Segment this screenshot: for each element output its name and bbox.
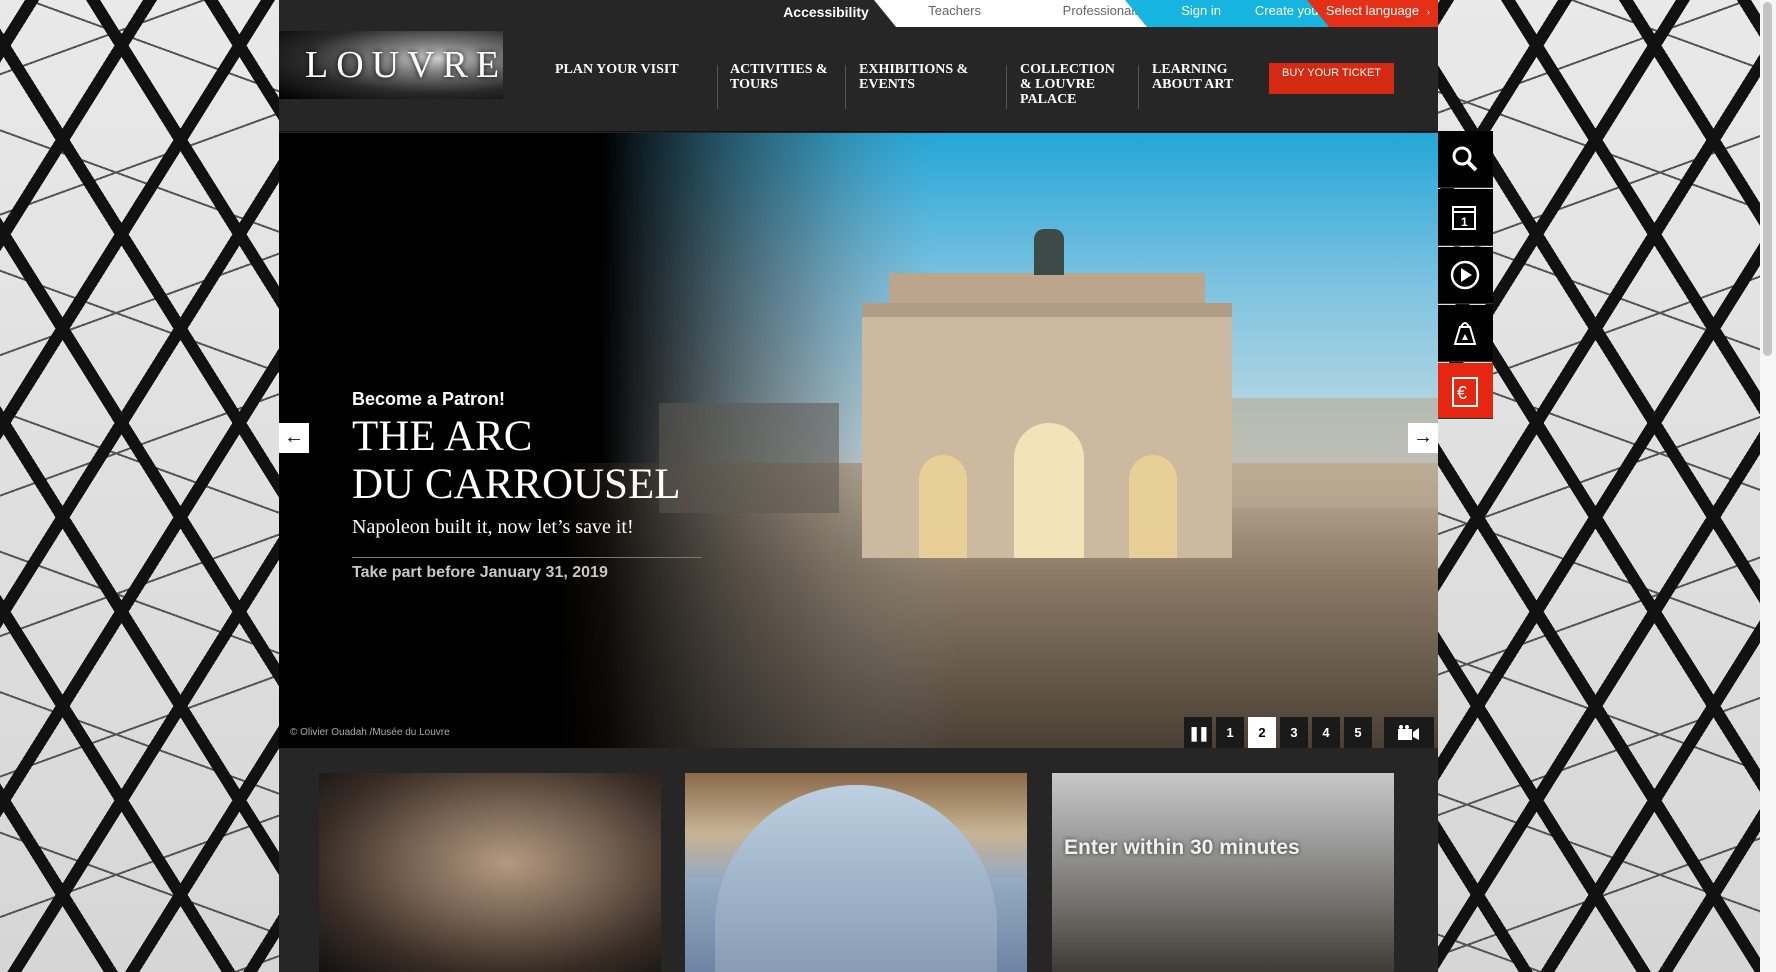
nav-plan-your-visit[interactable]: PLAN YOUR VISIT bbox=[555, 62, 679, 77]
side-shop-button[interactable] bbox=[1438, 305, 1493, 362]
nav-divider bbox=[1138, 65, 1139, 109]
play-icon bbox=[1450, 260, 1480, 290]
buy-ticket-button[interactable]: BUY YOUR TICKET bbox=[1269, 63, 1394, 94]
svg-text:1: 1 bbox=[1461, 215, 1468, 229]
sign-in-link[interactable]: Sign in bbox=[1124, 0, 1221, 27]
page-container: Accessibility Teachers Professionals & A… bbox=[279, 0, 1438, 972]
arch-right-opening bbox=[1129, 455, 1177, 558]
search-icon bbox=[1452, 146, 1478, 172]
promo-tile-entry-label: Enter within 30 minutes bbox=[1064, 836, 1300, 859]
promo-tile-entry[interactable]: Enter within 30 minutes bbox=[1052, 773, 1394, 972]
carousel-page-5[interactable]: 5 bbox=[1344, 717, 1372, 748]
promo-tile-pyramid[interactable] bbox=[685, 773, 1027, 972]
utility-bar: Accessibility Teachers Professionals & A… bbox=[279, 0, 1438, 40]
language-selector[interactable]: Select language › bbox=[1323, 0, 1433, 27]
nav-divider bbox=[717, 65, 718, 109]
pause-icon: ❚❚ bbox=[1188, 725, 1210, 741]
euro-ticket-icon: € bbox=[1452, 377, 1478, 407]
arch-left-opening bbox=[919, 455, 967, 558]
carousel-prev-button[interactable]: ← bbox=[279, 423, 309, 453]
nav-activities-tours[interactable]: ACTIVITIES & TOURS bbox=[730, 62, 830, 92]
side-ticket-button[interactable]: € bbox=[1438, 363, 1493, 419]
hero-kicker[interactable]: Become a Patron! bbox=[352, 389, 505, 410]
hero-divider bbox=[352, 557, 702, 558]
main-header: LOUVRE PLAN YOUR VISIT ACTIVITIES & TOUR… bbox=[279, 27, 1438, 132]
carousel-page-3[interactable]: 3 bbox=[1280, 717, 1308, 748]
promo-tile-sculpture[interactable] bbox=[319, 773, 661, 972]
hero-building-right bbox=[1219, 398, 1438, 508]
hero-title[interactable]: THE ARC DU CARROUSEL bbox=[352, 413, 752, 509]
carousel-page-4[interactable]: 4 bbox=[1312, 717, 1340, 748]
video-camera-icon bbox=[1398, 725, 1419, 740]
carousel-pager: ❚❚ 1 2 3 4 5 bbox=[1184, 717, 1438, 748]
arch-attic bbox=[889, 273, 1205, 305]
svg-text:€: € bbox=[1457, 383, 1467, 403]
carousel-next-button[interactable]: → bbox=[1408, 423, 1438, 453]
nav-divider bbox=[1006, 65, 1007, 109]
hero-carousel: Become a Patron! THE ARC DU CARROUSEL Na… bbox=[279, 133, 1438, 748]
scrollbar-thumb[interactable] bbox=[1763, 2, 1772, 356]
arch-statue bbox=[1034, 229, 1064, 275]
language-label: Select language bbox=[1325, 3, 1420, 18]
chevron-right-icon: › bbox=[1426, 7, 1431, 18]
video-button[interactable] bbox=[1384, 717, 1434, 748]
logo-text: LOUVRE bbox=[305, 44, 508, 86]
photo-credit: © Olivier Ouadah /Musée du Louvre bbox=[290, 727, 450, 738]
side-play-button[interactable] bbox=[1438, 247, 1493, 304]
hero-date: Take part before January 31, 2019 bbox=[352, 564, 608, 581]
calendar-icon: 1 bbox=[1452, 206, 1476, 230]
nav-collection-palace[interactable]: COLLECTION & LOUVRE PALACE bbox=[1020, 62, 1128, 107]
arch-central-opening bbox=[1014, 423, 1084, 558]
nav-exhibitions-events[interactable]: EXHIBITIONS & EVENTS bbox=[859, 62, 979, 92]
pyramid-arch-image bbox=[715, 785, 997, 972]
side-search-button[interactable] bbox=[1438, 131, 1493, 188]
teachers-link[interactable]: Teachers bbox=[877, 0, 981, 27]
carousel-page-1[interactable]: 1 bbox=[1216, 717, 1244, 748]
louvre-logo[interactable]: LOUVRE bbox=[279, 31, 503, 99]
pause-button[interactable]: ❚❚ bbox=[1184, 717, 1212, 748]
hero-title-line-1: THE ARC bbox=[352, 413, 533, 460]
nav-divider bbox=[845, 65, 846, 109]
arrow-left-icon: ← bbox=[284, 426, 304, 448]
nav-learning-about-art[interactable]: LEARNING ABOUT ART bbox=[1152, 62, 1252, 92]
shopping-bag-icon bbox=[1453, 322, 1477, 345]
arrow-right-icon: → bbox=[1413, 426, 1433, 448]
hero-title-line-2: DU CARROUSEL bbox=[352, 461, 681, 508]
side-calendar-button[interactable]: 1 bbox=[1438, 189, 1493, 246]
hero-subtitle: Napoleon built it, now let’s save it! bbox=[352, 516, 634, 538]
carousel-page-2[interactable]: 2 bbox=[1248, 717, 1276, 748]
